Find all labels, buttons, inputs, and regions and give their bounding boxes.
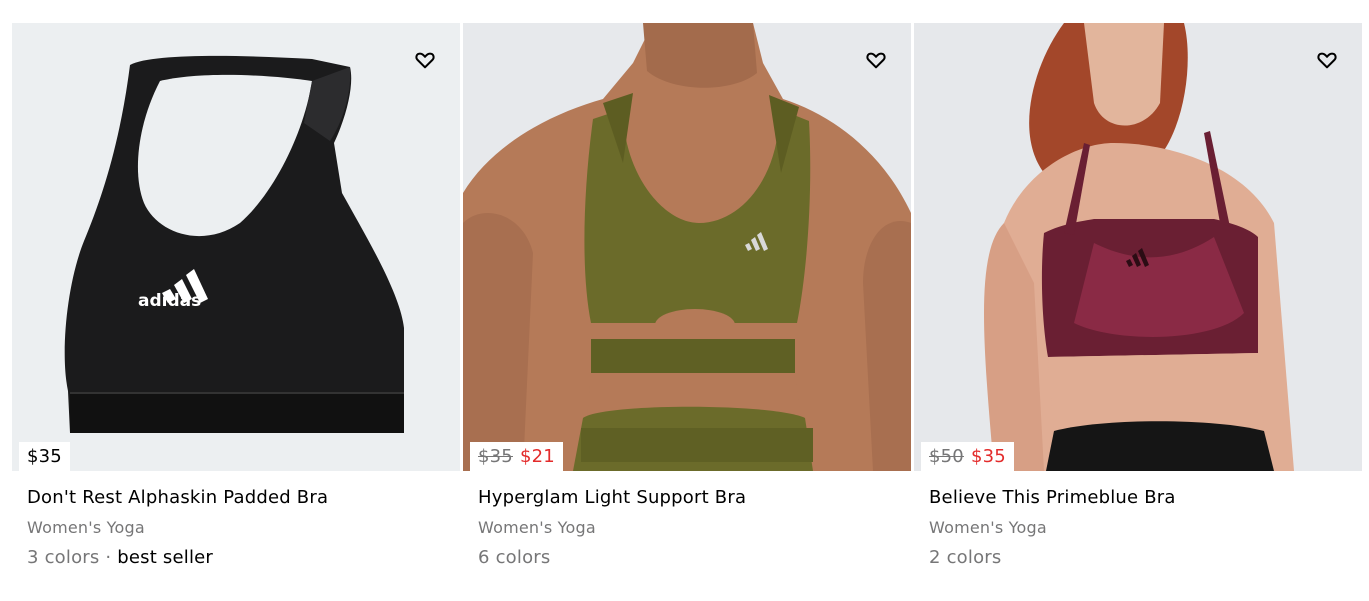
product-category: Women's Yoga	[27, 518, 145, 537]
product-card[interactable]: adidas $35 Don't Rest Alphaskin Padded B…	[12, 23, 460, 601]
product-name[interactable]: Don't Rest Alphaskin Padded Bra	[27, 485, 450, 511]
product-card[interactable]: $35 $21 Hyperglam Light Support Bra Wome…	[463, 23, 911, 601]
separator: ·	[99, 547, 118, 568]
product-category: Women's Yoga	[929, 518, 1047, 537]
product-info: Hyperglam Light Support Bra Women's Yoga…	[478, 485, 901, 571]
price-tag: $35 $21	[470, 442, 563, 471]
product-image[interactable]: $50 $35	[914, 23, 1362, 471]
heart-icon	[415, 52, 435, 69]
product-category: Women's Yoga	[478, 518, 596, 537]
product-name[interactable]: Believe This Primeblue Bra	[929, 485, 1352, 511]
product-info: Believe This Primeblue Bra Women's Yoga …	[929, 485, 1352, 571]
heart-icon	[866, 52, 886, 69]
olive-sports-bra-model-image	[463, 23, 911, 471]
wishlist-button[interactable]	[412, 47, 438, 73]
svg-text:adidas: adidas	[138, 291, 201, 311]
product-image[interactable]: adidas $35	[12, 23, 460, 471]
color-count: 6 colors	[478, 547, 551, 568]
price-original: $50	[929, 446, 964, 467]
black-sports-bra-image: adidas	[12, 23, 460, 471]
wishlist-button[interactable]	[863, 47, 889, 73]
product-card[interactable]: $50 $35 Believe This Primeblue Bra Women…	[914, 23, 1362, 601]
color-count: 3 colors	[27, 547, 100, 568]
product-image[interactable]: $35 $21	[463, 23, 911, 471]
price-tag: $35	[19, 442, 70, 471]
best-seller-badge: best seller	[117, 547, 214, 568]
price-original: $35	[478, 446, 513, 467]
color-count: 2 colors	[929, 547, 1002, 568]
product-name[interactable]: Hyperglam Light Support Bra	[478, 485, 901, 511]
product-info: Don't Rest Alphaskin Padded Bra Women's …	[27, 485, 450, 571]
price-tag: $50 $35	[921, 442, 1014, 471]
product-colors: 3 colors · best seller	[27, 545, 450, 571]
product-colors: 6 colors	[478, 545, 901, 571]
heart-icon	[1317, 52, 1337, 69]
product-grid: adidas $35 Don't Rest Alphaskin Padded B…	[12, 23, 1369, 601]
wishlist-button[interactable]	[1314, 47, 1340, 73]
price-sale: $21	[519, 446, 555, 467]
product-colors: 2 colors	[929, 545, 1352, 571]
price-sale: $35	[970, 446, 1006, 467]
price-regular: $35	[27, 446, 62, 467]
maroon-sports-bra-model-image	[914, 23, 1362, 471]
